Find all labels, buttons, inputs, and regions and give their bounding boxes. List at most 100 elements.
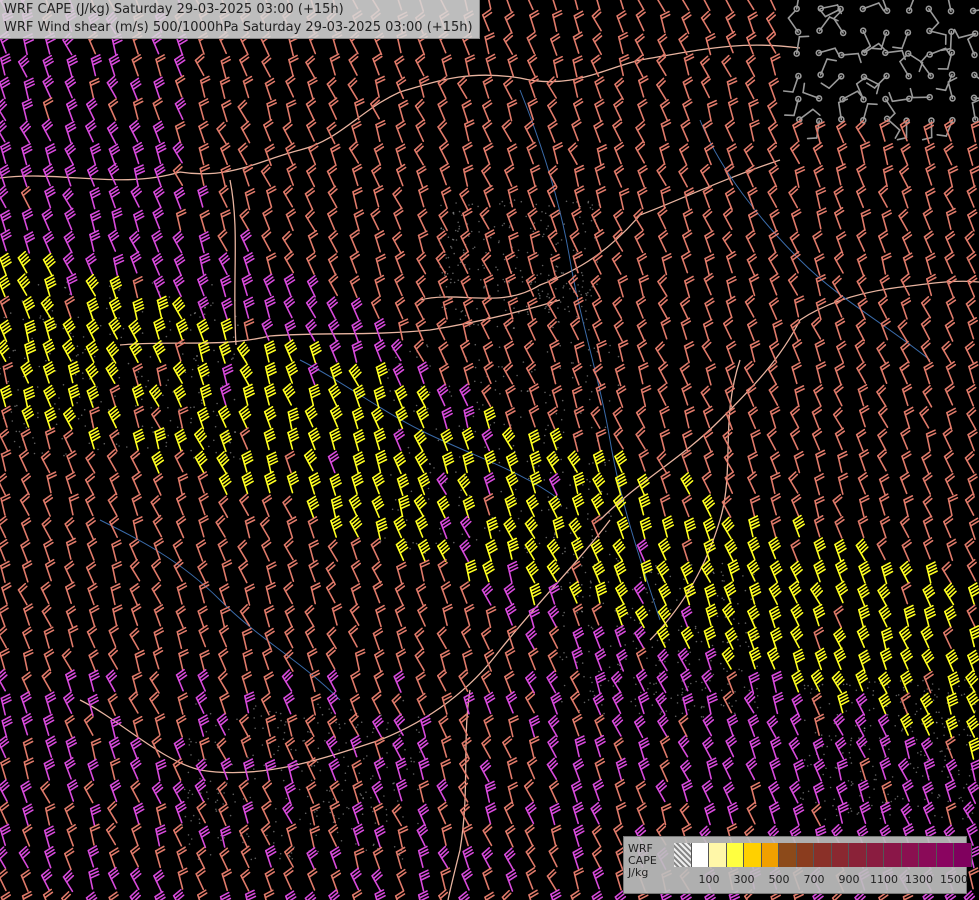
cape-stipple-dot: [655, 664, 657, 667]
cape-stipple-dot: [109, 333, 111, 336]
cape-stipple-dot: [498, 461, 501, 464]
cape-stipple-dot: [3, 316, 6, 319]
cape-stipple-dot: [193, 358, 195, 360]
cape-stipple-dot: [604, 426, 607, 429]
cape-stipple-dot: [544, 307, 546, 310]
cape-stipple-dot: [850, 784, 853, 786]
cape-stipple-dot: [828, 703, 831, 705]
cape-stipple-dot: [480, 279, 482, 281]
cape-stipple-dot: [896, 795, 899, 798]
cape-stipple-dot: [577, 284, 579, 286]
cape-stipple-dot: [607, 679, 610, 682]
legend-tick-label: 700: [803, 873, 825, 886]
cape-stipple-dot: [581, 274, 584, 277]
cape-stipple-dot: [206, 791, 208, 793]
cape-stipple-dot: [586, 518, 589, 520]
cape-stipple-dot: [646, 657, 648, 659]
cape-stipple-dot: [646, 591, 648, 594]
cape-stipple-dot: [657, 572, 660, 575]
cape-stipple-dot: [916, 710, 918, 713]
cape-stipple-dot: [544, 212, 547, 215]
cape-stipple-dot: [355, 843, 357, 845]
cape-stipple-dot: [187, 797, 189, 799]
cape-stipple-dot: [582, 280, 584, 282]
cape-stipple-dot: [710, 659, 712, 662]
cape-stipple-dot: [383, 795, 385, 797]
cape-stipple-dot: [748, 689, 751, 692]
cape-stipple-dot: [585, 310, 587, 312]
cape-stipple-dot: [560, 239, 563, 241]
cape-stipple-dot: [288, 854, 290, 857]
cape-stipple-dot: [167, 434, 169, 437]
cape-stipple-dot: [239, 458, 241, 460]
cape-stipple-dot: [711, 644, 714, 647]
cape-stipple-dot: [639, 576, 642, 579]
cape-stipple-dot: [234, 801, 236, 803]
cape-stipple-dot: [858, 737, 860, 739]
cape-stipple-dot: [744, 622, 747, 624]
cape-stipple-dot: [960, 796, 962, 799]
legend-labels: WRF CAPE J/kg: [628, 843, 657, 879]
cape-stipple-dot: [279, 857, 281, 860]
cape-stipple-dot: [654, 583, 657, 586]
cape-stipple-dot: [315, 834, 318, 837]
cape-stipple-dot: [474, 380, 476, 383]
cape-stipple-dot: [920, 708, 922, 710]
cape-stipple-dot: [263, 764, 266, 766]
cape-stipple-dot: [562, 614, 564, 617]
cape-stipple-dot: [581, 610, 584, 613]
cape-stipple-dot: [589, 364, 592, 367]
cape-stipple-dot: [275, 808, 277, 810]
cape-stipple-dot: [938, 711, 940, 714]
cape-stipple-dot: [472, 247, 474, 250]
cape-stipple-dot: [958, 797, 961, 800]
cape-stipple-dot: [496, 269, 499, 271]
cape-stipple-dot: [18, 430, 21, 433]
cape-stipple-dot: [184, 371, 187, 374]
cape-stipple-dot: [649, 682, 651, 684]
cape-stipple-dot: [262, 727, 264, 729]
cape-stipple-dot: [190, 376, 193, 378]
cape-stipple-dot: [926, 759, 929, 761]
cape-stipple-dot: [738, 668, 740, 671]
cape-stipple-dot: [943, 726, 946, 728]
cape-stipple-dot: [439, 527, 441, 530]
cape-stipple-dot: [277, 726, 279, 729]
cape-stipple-dot: [559, 656, 561, 658]
cape-stipple-dot: [524, 547, 526, 549]
cape-stipple-dot: [183, 788, 186, 791]
cape-stipple-dot: [429, 471, 432, 474]
cape-stipple-dot: [924, 798, 926, 801]
cape-stipple-dot: [520, 200, 523, 203]
cape-stipple-dot: [483, 287, 485, 289]
legend-swatch: [831, 843, 849, 867]
cape-stipple-dot: [335, 721, 337, 724]
cape-stipple-dot: [165, 335, 168, 338]
cape-stipple-dot: [947, 800, 949, 803]
cape-stipple-dot: [664, 660, 666, 663]
cape-stipple-dot: [901, 728, 904, 730]
cape-stipple-dot: [716, 595, 719, 597]
cape-stipple-dot: [875, 778, 877, 781]
cape-stipple-dot: [76, 345, 79, 348]
cape-stipple-dot: [563, 409, 566, 411]
cape-stipple-dot: [449, 281, 452, 284]
cape-stipple-dot: [548, 274, 550, 277]
cape-stipple-dot: [580, 271, 583, 274]
cape-stipple-dot: [282, 738, 285, 740]
cape-stipple-dot: [974, 710, 977, 712]
cape-stipple-dot: [167, 379, 169, 381]
cape-stipple-dot: [109, 297, 111, 299]
cape-stipple-dot: [372, 844, 375, 847]
cape-stipple-dot: [815, 688, 818, 690]
legend-swatch: [744, 843, 762, 867]
cape-stipple-dot: [412, 773, 415, 775]
cape-stipple-dot: [273, 842, 275, 844]
cape-stipple-dot: [535, 203, 538, 206]
cape-stipple-dot: [316, 809, 318, 812]
cape-stipple-dot: [208, 445, 210, 448]
cape-stipple-dot: [931, 792, 933, 794]
cape-stipple-dot: [756, 665, 758, 668]
cape-stipple-dot: [563, 285, 565, 287]
cape-stipple-dot: [676, 702, 679, 704]
